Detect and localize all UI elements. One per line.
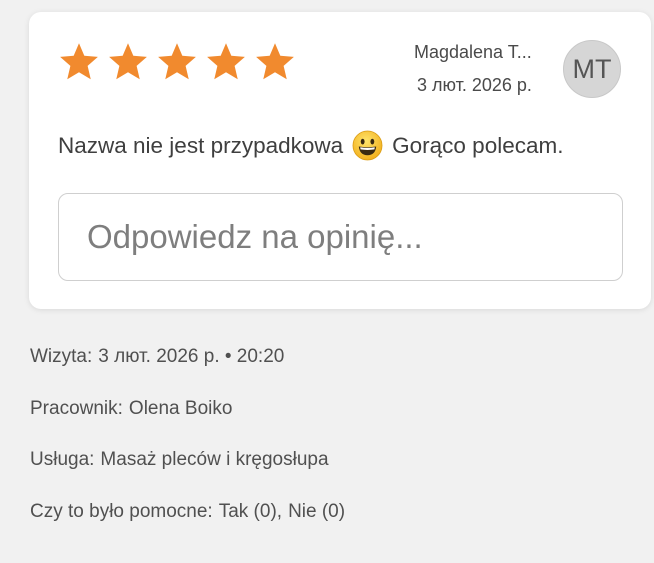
star-icon — [106, 40, 150, 84]
visit-value: 3 лют. 2026 р. • 20:20 — [98, 346, 285, 367]
helpful-label: Czy to było pomocne: — [30, 501, 213, 522]
review-author[interactable]: Magdalena T... — [414, 42, 532, 63]
star-rating — [57, 40, 297, 84]
helpful-separator: , — [276, 501, 283, 522]
review-page: Magdalena T... 3 лют. 2026 р. MT Nazwa n… — [0, 0, 654, 563]
avatar[interactable]: MT — [563, 40, 621, 98]
review-date: 3 лют. 2026 р. — [417, 75, 532, 95]
helpful-row: Czy to było pomocne: Tak (0), Nie (0) — [30, 501, 345, 523]
employee-value: Olena Boiko — [128, 398, 233, 419]
visit-row: Wizyta: 3 лют. 2026 р. • 20:20 — [30, 346, 284, 368]
star-icon — [155, 40, 199, 84]
review-card: Magdalena T... 3 лют. 2026 р. MT Nazwa n… — [29, 12, 651, 309]
service-value: Masaż pleców i kręgosłupa — [100, 449, 329, 470]
grinning-face-emoji-icon — [352, 130, 383, 161]
star-icon — [253, 40, 297, 84]
review-text-end: Gorąco polecam. — [392, 132, 564, 158]
reply-input[interactable]: Odpowiedz na opinię... — [58, 193, 623, 281]
helpful-no-link[interactable]: Nie (0) — [288, 501, 345, 522]
star-icon — [204, 40, 248, 84]
employee-label: Pracownik: — [30, 398, 123, 419]
employee-row: Pracownik: Olena Boiko — [30, 398, 232, 420]
star-icon — [57, 40, 101, 84]
helpful-yes-link[interactable]: Tak (0) — [219, 501, 277, 522]
review-text: Nazwa nie jest przypadkowa Gorąco poleca… — [58, 130, 563, 161]
service-label: Usługa: — [30, 449, 95, 470]
visit-label: Wizyta: — [30, 346, 93, 367]
service-row: Usługa: Masaż pleców i kręgosłupa — [30, 449, 329, 471]
review-text-main: Nazwa nie jest przypadkowa — [58, 132, 344, 158]
